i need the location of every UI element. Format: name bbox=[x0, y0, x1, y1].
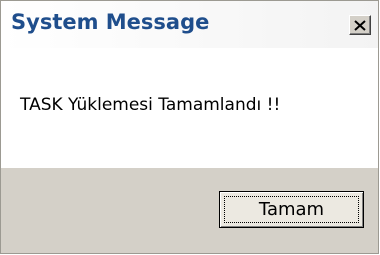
close-icon bbox=[354, 19, 366, 31]
close-button[interactable] bbox=[349, 15, 371, 35]
title-bar[interactable]: System Message bbox=[1, 1, 378, 48]
ok-button[interactable]: Tamam bbox=[219, 191, 364, 228]
dialog-title: System Message bbox=[11, 10, 210, 34]
system-message-dialog: System Message TASK Yüklemesi Tamamlandı… bbox=[0, 0, 379, 254]
button-bar: Tamam bbox=[1, 168, 378, 253]
message-area: TASK Yüklemesi Tamamlandı !! bbox=[1, 48, 378, 168]
dialog-message: TASK Yüklemesi Tamamlandı !! bbox=[20, 95, 281, 115]
ok-button-label: Tamam bbox=[258, 199, 325, 220]
